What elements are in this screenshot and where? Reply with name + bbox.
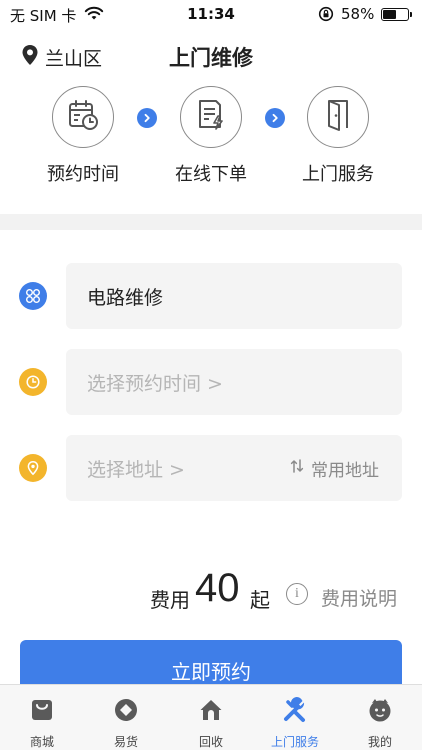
common-address-label: 常用地址 xyxy=(311,461,379,481)
tools-icon xyxy=(282,697,308,723)
fee-description-link[interactable]: 费用说明 xyxy=(321,584,397,611)
status-bar: 无 SIM 卡 11:34 58% xyxy=(0,0,422,28)
tab-onsite-service[interactable]: 上门服务 xyxy=(253,685,337,750)
profile-icon xyxy=(367,697,393,723)
step-circle xyxy=(180,86,242,148)
fee-suffix: 起 xyxy=(250,588,270,612)
service-type-row: 电路维修 xyxy=(0,263,422,329)
appointment-time-row: 选择预约时间 > xyxy=(0,349,422,415)
step-order-online: 在线下单 xyxy=(156,86,266,186)
home-icon xyxy=(198,697,224,723)
battery-nub xyxy=(410,12,412,17)
header: 兰山区 上门维修 xyxy=(0,38,422,76)
rotation-lock-icon xyxy=(318,6,334,26)
service-type-value: 电路维修 xyxy=(87,287,164,309)
battery-icon xyxy=(381,8,412,21)
document-lightning-icon xyxy=(193,97,229,137)
address-field[interactable]: 选择地址 > 常用地址 xyxy=(66,435,402,501)
address-row: 选择地址 > 常用地址 xyxy=(0,435,422,501)
process-steps: 预约时间 在线下单 上门服务 xyxy=(0,86,422,196)
step-circle xyxy=(52,86,114,148)
address-placeholder: 选择地址 > xyxy=(87,459,185,481)
tab-bar: 商城 易货 回收 上门服务 我的 xyxy=(0,684,422,750)
page-title: 上门维修 xyxy=(169,46,253,70)
tab-label: 易货 xyxy=(113,735,138,749)
common-address-button[interactable]: 常用地址 xyxy=(289,456,379,481)
tab-label: 回收 xyxy=(198,735,223,749)
appointment-time-field[interactable]: 选择预约时间 > xyxy=(66,349,402,415)
location-icon xyxy=(19,454,47,482)
door-icon xyxy=(320,97,356,137)
tab-label: 上门服务 xyxy=(270,735,319,749)
step-label: 在线下单 xyxy=(175,164,247,185)
exchange-icon xyxy=(113,697,139,723)
shopping-bag-icon xyxy=(29,697,55,723)
tab-mine[interactable]: 我的 xyxy=(338,685,422,750)
clock-icon xyxy=(19,368,47,396)
tab-barter[interactable]: 易货 xyxy=(84,685,168,750)
fee-summary: 费用 40 起 i 费用说明 xyxy=(0,566,422,616)
calendar-clock-icon xyxy=(65,97,101,137)
step-circle xyxy=(307,86,369,148)
chevron-right-icon xyxy=(137,108,157,128)
service-type-field[interactable]: 电路维修 xyxy=(66,263,402,329)
battery-fill xyxy=(383,10,397,19)
step-label: 预约时间 xyxy=(47,164,119,185)
appointment-time-placeholder: 选择预约时间 > xyxy=(87,373,223,395)
swap-icon xyxy=(289,458,305,479)
fee-amount: 40 xyxy=(195,566,240,610)
info-icon[interactable]: i xyxy=(286,583,308,605)
tab-recycle[interactable]: 回收 xyxy=(169,685,253,750)
step-onsite-service: 上门服务 xyxy=(283,86,393,186)
fee-prefix: 费用 xyxy=(150,588,190,612)
section-divider xyxy=(0,214,422,230)
tab-label: 我的 xyxy=(367,735,392,749)
tab-label: 商城 xyxy=(29,735,54,749)
battery-percent: 58% xyxy=(341,5,375,23)
grid-circles-icon xyxy=(19,282,47,310)
step-reserve-time: 预约时间 xyxy=(28,86,138,186)
chevron-right-icon xyxy=(265,108,285,128)
tab-mall[interactable]: 商城 xyxy=(0,685,84,750)
step-label: 上门服务 xyxy=(302,164,374,185)
